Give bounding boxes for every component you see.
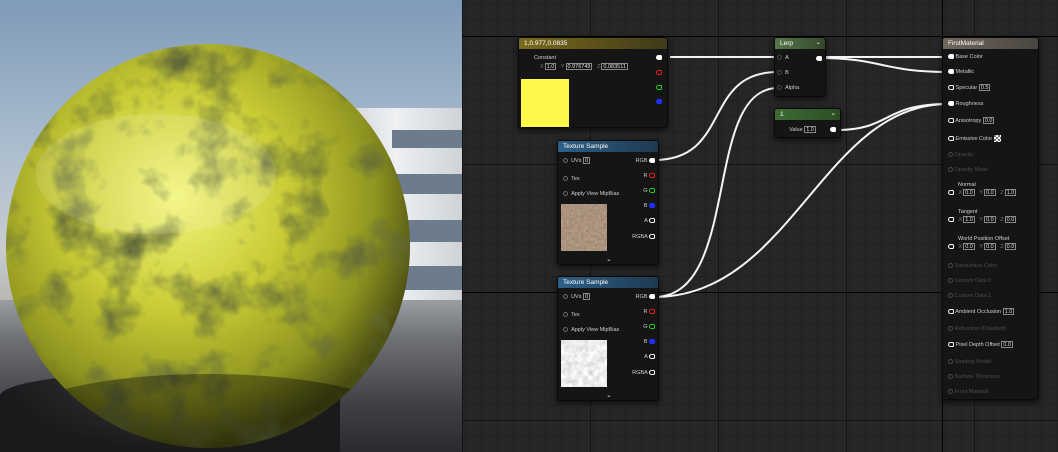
opacity-mask-pin: Opacity Mask	[948, 166, 988, 175]
collapse-chevron-icon[interactable]: ⌄	[816, 38, 821, 46]
constant-r-pin[interactable]	[656, 70, 662, 75]
roughness-pin[interactable]: Roughness	[948, 100, 983, 109]
anisotropy-input[interactable]: 0.0	[982, 117, 995, 125]
rgba-output-pin[interactable]: RGBA	[632, 369, 655, 378]
constant-y-input[interactable]: 0.976749	[565, 63, 593, 71]
pixel-depth-offset-input[interactable]: 0.0	[1001, 341, 1013, 349]
ambient-occlusion-input[interactable]: 1.0	[1002, 308, 1015, 316]
specular-input[interactable]: 0.5	[978, 84, 991, 92]
lerp-node-title: Lerp	[780, 40, 794, 47]
opacity-pin: Opacity	[948, 151, 973, 160]
constant-node-title: 1,0.977,0.0835	[524, 40, 568, 47]
base-color-pin[interactable]: Base Color	[948, 53, 983, 62]
ambient-occlusion-pin[interactable]: Ambient Occlusion 1.0	[948, 308, 1015, 317]
b-output-pin[interactable]: B	[644, 202, 655, 211]
material-preview-viewport[interactable]	[0, 0, 462, 452]
texture-2-preview	[561, 340, 607, 387]
g-output-pin[interactable]: G	[643, 323, 655, 332]
scalar-output-pin[interactable]	[830, 127, 836, 132]
preview-sphere	[6, 44, 410, 448]
emissive-color-pin[interactable]: Emissive Color	[948, 135, 1001, 144]
uvs-index-input[interactable]: 0	[582, 157, 591, 165]
specular-pin[interactable]: Specular 0.5	[948, 84, 991, 93]
constant3vector-node[interactable]: 1,0.977,0.0835 Constant X 1.0 Y 0.976749 Z…	[518, 37, 668, 128]
constant-label: Constant	[534, 55, 557, 61]
pixel-depth-offset-pin[interactable]: Pixel Depth Offset 0.0	[948, 341, 1013, 350]
lerp-a-pin[interactable]: A	[777, 54, 789, 63]
g-output-pin[interactable]: G	[643, 187, 655, 196]
constant-z-input[interactable]: 0.083511	[601, 63, 628, 71]
texture-sample-2-header[interactable]: Texture Sample	[558, 277, 658, 288]
custom-data-1-pin: Custom Data 1	[948, 292, 991, 301]
lerp-node[interactable]: Lerp ⌄ A B Alpha	[774, 37, 826, 97]
expand-chevron-icon[interactable]: ⌄	[606, 391, 612, 399]
constant-g-pin[interactable]	[656, 85, 662, 90]
uvs-index-input[interactable]: 0	[582, 293, 591, 301]
texture-sample-node-1[interactable]: Texture Sample UVs 0 Tex Apply View MipB…	[557, 140, 659, 265]
lerp-node-header[interactable]: Lerp ⌄	[775, 38, 825, 49]
scalar-node-header[interactable]: 1 ⌄	[775, 109, 840, 120]
subsurface-color-pin: Subsurface Color	[948, 262, 997, 271]
scalar-value-input[interactable]: 1.0	[804, 126, 816, 134]
lerp-output-pin[interactable]	[816, 56, 822, 61]
refraction-pin: Refraction (Disabled)	[948, 325, 1006, 334]
surface-thickness-pin: Surface Thickness	[948, 373, 1000, 382]
lerp-alpha-pin[interactable]: Alpha	[777, 84, 799, 93]
texture-sample-2-title: Texture Sample	[563, 279, 609, 286]
tex-input-pin[interactable]: Tex	[563, 175, 580, 184]
lerp-b-pin[interactable]: B	[777, 69, 789, 78]
shading-model-pin: Shading Model	[948, 358, 991, 367]
mipbias-input-pin[interactable]: Apply View MipBias	[563, 190, 619, 199]
scalar-node-title: 1	[780, 111, 784, 118]
material-result-node[interactable]: FirstMaterial Base Color Metallic Specul…	[942, 37, 1039, 400]
anisotropy-pin[interactable]: Anisotropy 0.0	[948, 117, 995, 126]
rgb-output-pin[interactable]: RGB	[636, 293, 655, 302]
expand-chevron-icon[interactable]: ⌄	[606, 255, 612, 263]
world-position-offset-pin[interactable]: X 0.0 Y 0.0 Z 0.0	[948, 243, 1017, 252]
constant-b-pin[interactable]	[656, 99, 662, 104]
a-output-pin[interactable]: A	[644, 217, 655, 226]
material-node-title: FirstMaterial	[948, 40, 984, 47]
constant-color-swatch	[521, 79, 569, 127]
constant-output-pin[interactable]	[656, 55, 662, 60]
scalar-constant-node[interactable]: 1 ⌄ Value 1.0	[774, 108, 841, 138]
a-output-pin[interactable]: A	[644, 353, 655, 362]
rgba-output-pin[interactable]: RGBA	[632, 233, 655, 242]
tex-input-pin[interactable]: Tex	[563, 311, 580, 320]
rgb-output-pin[interactable]: RGB	[636, 157, 655, 166]
texture-sample-1-header[interactable]: Texture Sample	[558, 141, 658, 152]
metallic-pin[interactable]: Metallic	[948, 68, 974, 77]
texture-1-preview	[561, 204, 607, 251]
tangent-pin[interactable]: X 1.0 Y 0.0 Z 0.0	[948, 216, 1017, 225]
constant-xyz-row: X 1.0 Y 0.976749 Z 0.083511	[540, 63, 628, 71]
mipbias-input-pin[interactable]: Apply View MipBias	[563, 326, 619, 335]
constant-x-input[interactable]: 1.0	[544, 63, 557, 71]
r-output-pin[interactable]: R	[643, 172, 655, 181]
r-output-pin[interactable]: R	[643, 308, 655, 317]
custom-data-0-pin: Custom Data 0	[948, 277, 991, 286]
constant-node-header[interactable]: 1,0.977,0.0835	[519, 38, 667, 49]
scalar-value-row: Value 1.0	[789, 126, 816, 134]
texture-sample-node-2[interactable]: Texture Sample UVs 0 Tex Apply View MipB…	[557, 276, 659, 401]
b-output-pin[interactable]: B	[644, 338, 655, 347]
normal-pin[interactable]: X 0.0 Y 0.0 Z 1.0	[948, 189, 1017, 198]
material-node-header[interactable]: FirstMaterial	[943, 38, 1038, 49]
uvs-input-pin[interactable]: UVs 0	[563, 293, 591, 302]
collapse-chevron-icon[interactable]: ⌄	[831, 109, 836, 117]
uvs-input-pin[interactable]: UVs 0	[563, 157, 591, 166]
emissive-color-swatch[interactable]	[993, 135, 1001, 143]
front-material-pin: Front Material	[948, 388, 988, 397]
texture-sample-1-title: Texture Sample	[563, 143, 609, 150]
